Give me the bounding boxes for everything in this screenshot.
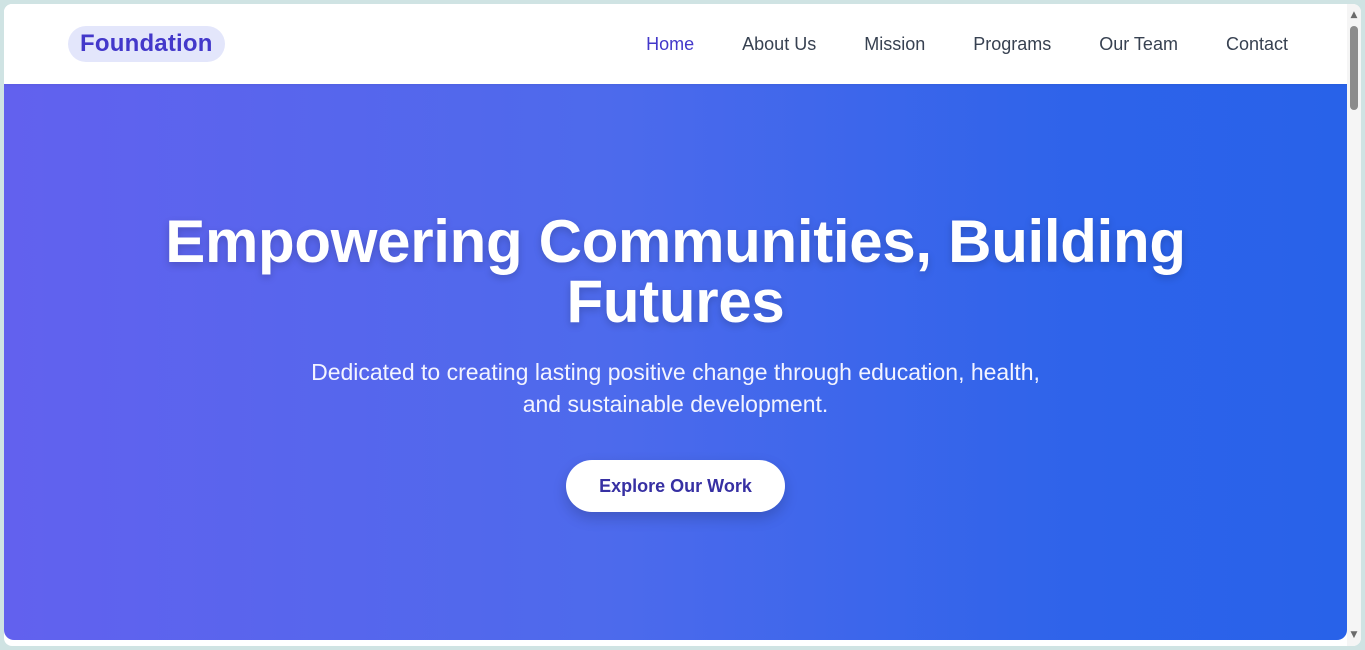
hero-section: Empowering Communities, Building Futures… bbox=[4, 84, 1347, 640]
nav-link-programs[interactable]: Programs bbox=[973, 34, 1051, 55]
explore-our-work-button[interactable]: Explore Our Work bbox=[566, 460, 785, 512]
scrollbar-thumb[interactable] bbox=[1350, 26, 1358, 110]
scroll-up-arrow-icon[interactable]: ▲ bbox=[1347, 8, 1361, 22]
nav-link-about-us[interactable]: About Us bbox=[742, 34, 816, 55]
nav-link-contact[interactable]: Contact bbox=[1226, 34, 1288, 55]
page-viewport: Foundation Home About Us Mission Program… bbox=[4, 4, 1347, 640]
nav-link-mission[interactable]: Mission bbox=[864, 34, 925, 55]
browser-window: Foundation Home About Us Mission Program… bbox=[4, 4, 1361, 646]
nav-link-our-team[interactable]: Our Team bbox=[1099, 34, 1178, 55]
hero-subtitle: Dedicated to creating lasting positive c… bbox=[311, 359, 1040, 417]
vertical-scrollbar[interactable]: ▲ ▼ bbox=[1347, 4, 1361, 646]
scroll-down-arrow-icon[interactable]: ▼ bbox=[1347, 628, 1361, 642]
nav-link-home[interactable]: Home bbox=[646, 34, 694, 55]
navbar: Foundation Home About Us Mission Program… bbox=[4, 4, 1347, 84]
main-nav: Home About Us Mission Programs Our Team … bbox=[598, 34, 1288, 55]
logo-link[interactable]: Foundation bbox=[68, 26, 225, 62]
hero-title: Empowering Communities, Building Futures bbox=[165, 208, 1186, 335]
